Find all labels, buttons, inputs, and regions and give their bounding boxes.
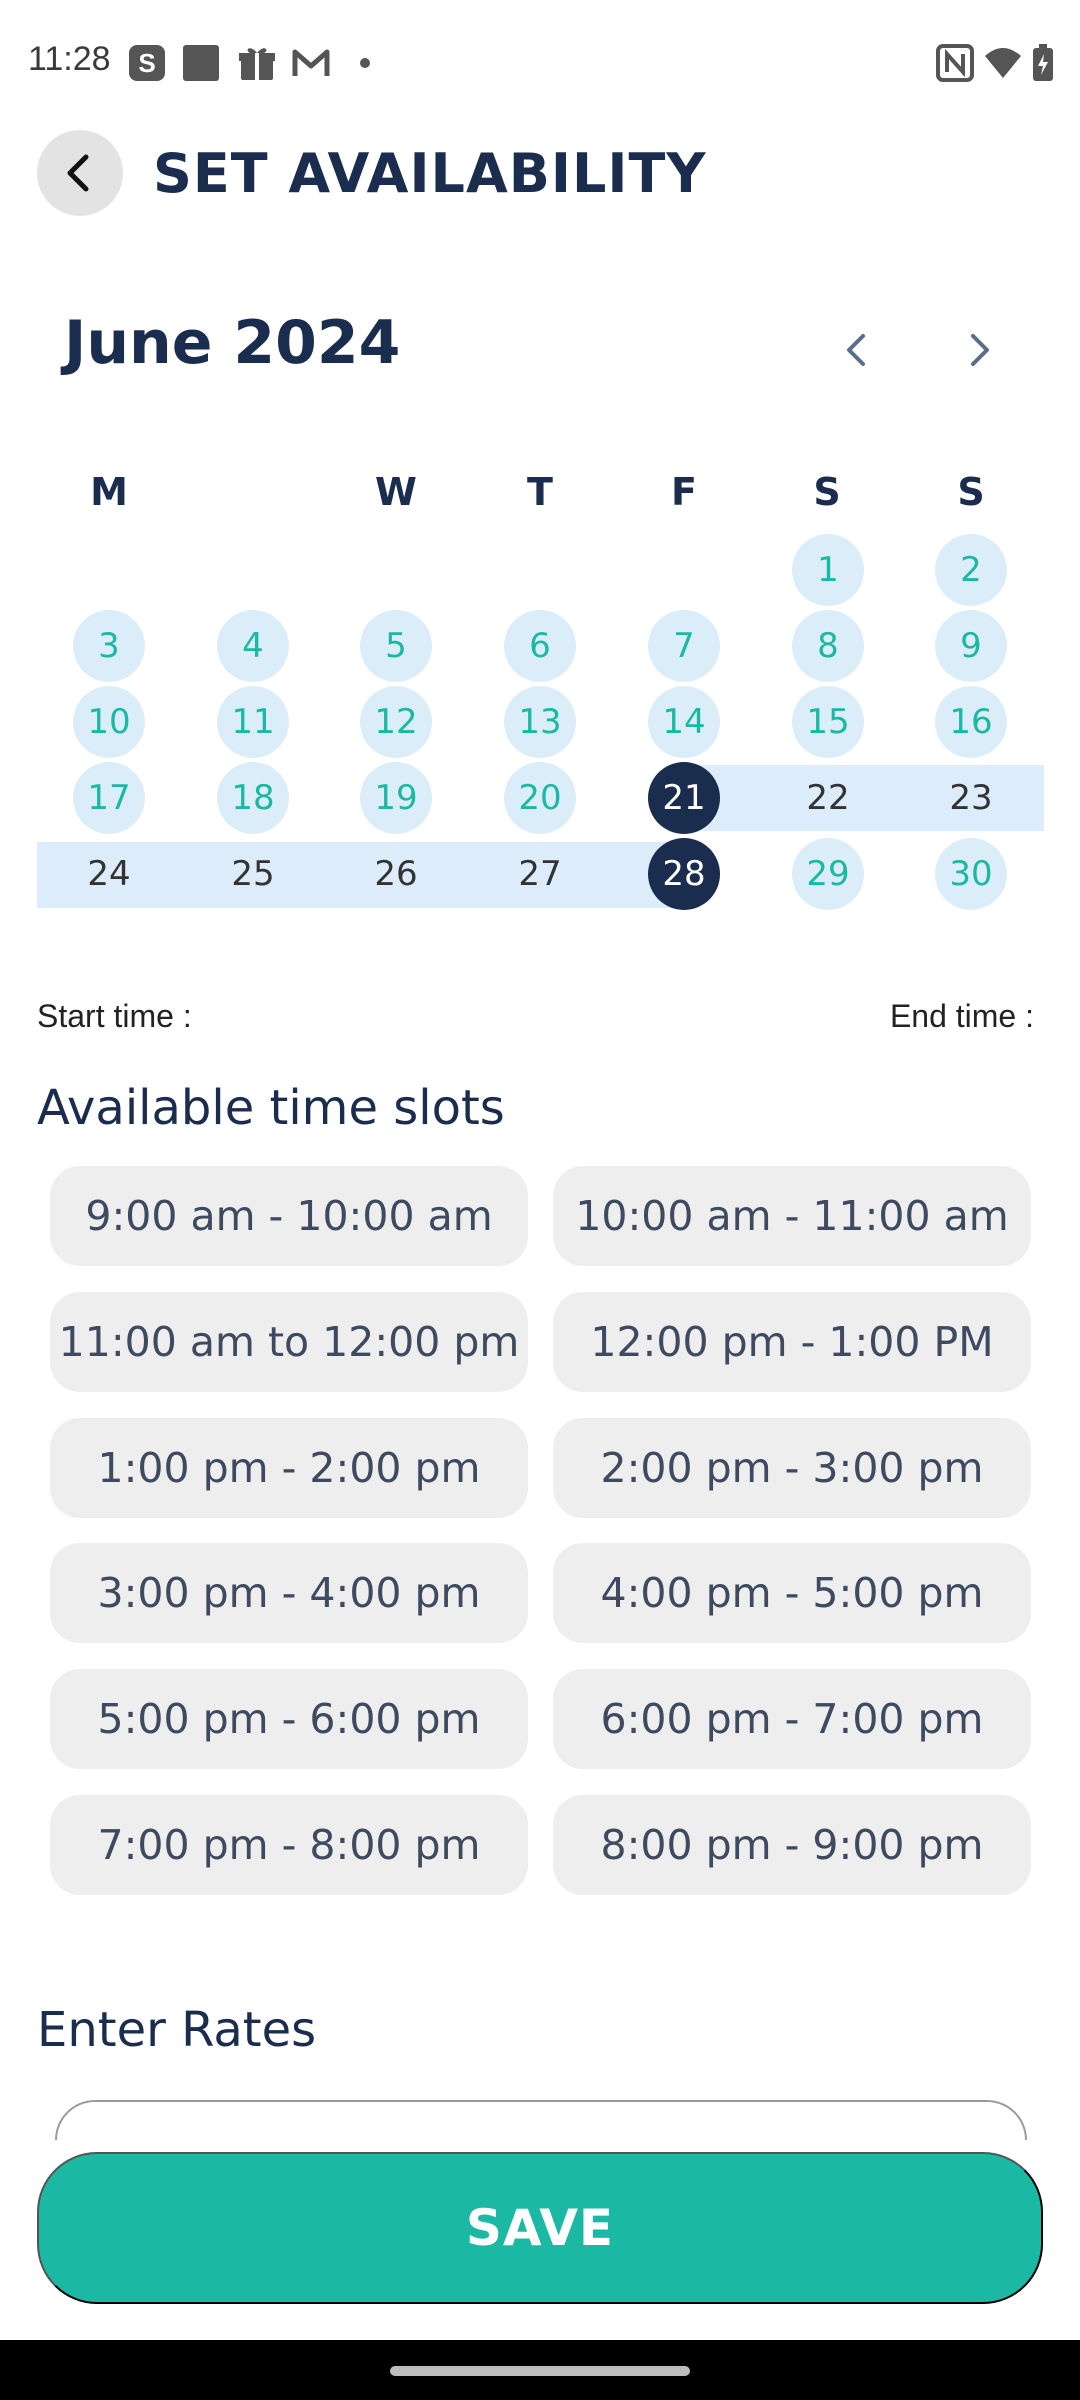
weekday-sat: S — [813, 470, 841, 514]
status-bar: 11:28 S — [0, 0, 1080, 126]
prev-month-button[interactable] — [826, 320, 886, 380]
calendar-day[interactable]: 8 — [792, 610, 864, 682]
calendar-day[interactable]: 5 — [360, 610, 432, 682]
s-app-icon: S — [129, 45, 165, 81]
time-slot-button[interactable]: 2:00 pm - 3:00 pm — [553, 1418, 1031, 1518]
weekday-fri: F — [671, 470, 697, 514]
nfc-icon — [936, 44, 974, 82]
calendar-day[interactable]: 4 — [217, 610, 289, 682]
calendar-day-range-end[interactable]: 28 — [648, 838, 720, 910]
time-slot-button[interactable]: 8:00 pm - 9:00 pm — [553, 1795, 1031, 1895]
calendar-day[interactable]: 13 — [504, 686, 576, 758]
wifi-icon — [985, 48, 1021, 78]
calendar-day[interactable]: 15 — [792, 686, 864, 758]
calendar-day[interactable]: 1 — [792, 534, 864, 606]
weekday-sun: S — [957, 470, 985, 514]
back-button[interactable] — [37, 130, 123, 216]
page-title: SET AVAILABILITY — [153, 142, 707, 205]
enter-rates-title: Enter Rates — [37, 2002, 317, 2058]
start-time-label[interactable]: Start time : — [37, 998, 192, 1035]
calendar-day[interactable]: 6 — [504, 610, 576, 682]
calendar-day[interactable]: 7 — [648, 610, 720, 682]
square-icon — [183, 45, 219, 81]
gmail-icon — [292, 49, 330, 76]
next-month-button[interactable] — [950, 320, 1010, 380]
calendar-day[interactable]: 2 — [935, 534, 1007, 606]
calendar-day[interactable]: 30 — [935, 838, 1007, 910]
calendar-day[interactable]: 12 — [360, 686, 432, 758]
calendar-day-range-start[interactable]: 21 — [648, 762, 720, 834]
chevron-left-icon — [847, 334, 865, 366]
status-time: 11:28 — [28, 40, 111, 78]
time-slot-button[interactable]: 9:00 am - 10:00 am — [50, 1166, 528, 1266]
dot-icon — [360, 58, 370, 68]
time-slot-button[interactable]: 1:00 pm - 2:00 pm — [50, 1418, 528, 1518]
time-slot-button[interactable]: 6:00 pm - 7:00 pm — [553, 1669, 1031, 1769]
gesture-handle[interactable] — [390, 2366, 690, 2376]
time-slot-button[interactable]: 12:00 pm - 1:00 PM — [553, 1292, 1031, 1392]
weekday-thu: T — [527, 470, 553, 514]
calendar-day[interactable]: 18 — [217, 762, 289, 834]
gift-icon — [239, 48, 275, 80]
calendar-day[interactable]: 25 — [217, 838, 289, 910]
time-slot-button[interactable]: 7:00 pm - 8:00 pm — [50, 1795, 528, 1895]
calendar-day[interactable]: 16 — [935, 686, 1007, 758]
calendar-day[interactable]: 23 — [935, 762, 1007, 834]
calendar-day[interactable]: 3 — [73, 610, 145, 682]
calendar-day[interactable]: 24 — [73, 838, 145, 910]
calendar-day[interactable]: 27 — [504, 838, 576, 910]
weekday-mon: M — [90, 470, 128, 514]
calendar-day[interactable]: 14 — [648, 686, 720, 758]
time-slot-button[interactable]: 3:00 pm - 4:00 pm — [50, 1543, 528, 1643]
save-button[interactable]: SAVE — [37, 2152, 1043, 2304]
time-slots-title: Available time slots — [37, 1080, 505, 1136]
rate-input-field[interactable] — [55, 2100, 1027, 2140]
calendar-day[interactable]: 11 — [217, 686, 289, 758]
calendar-day[interactable]: 17 — [73, 762, 145, 834]
time-slot-button[interactable]: 11:00 am to 12:00 pm — [50, 1292, 528, 1392]
calendar-day[interactable]: 26 — [360, 838, 432, 910]
chevron-left-icon — [67, 154, 89, 192]
chevron-right-icon — [971, 334, 989, 366]
calendar-day[interactable]: 9 — [935, 610, 1007, 682]
weekday-wed: W — [375, 470, 417, 514]
calendar-day[interactable]: 20 — [504, 762, 576, 834]
calendar-day[interactable]: 10 — [73, 686, 145, 758]
svg-text:S: S — [138, 48, 155, 78]
time-slot-button[interactable]: 4:00 pm - 5:00 pm — [553, 1543, 1031, 1643]
time-slot-button[interactable]: 10:00 am - 11:00 am — [553, 1166, 1031, 1266]
time-slot-button[interactable]: 5:00 pm - 6:00 pm — [50, 1669, 528, 1769]
battery-icon — [1033, 44, 1053, 81]
calendar-day[interactable]: 22 — [792, 762, 864, 834]
calendar-day[interactable]: 29 — [792, 838, 864, 910]
calendar-month-label: June 2024 — [64, 308, 401, 378]
end-time-label[interactable]: End time : — [890, 998, 1034, 1035]
calendar-day[interactable]: 19 — [360, 762, 432, 834]
